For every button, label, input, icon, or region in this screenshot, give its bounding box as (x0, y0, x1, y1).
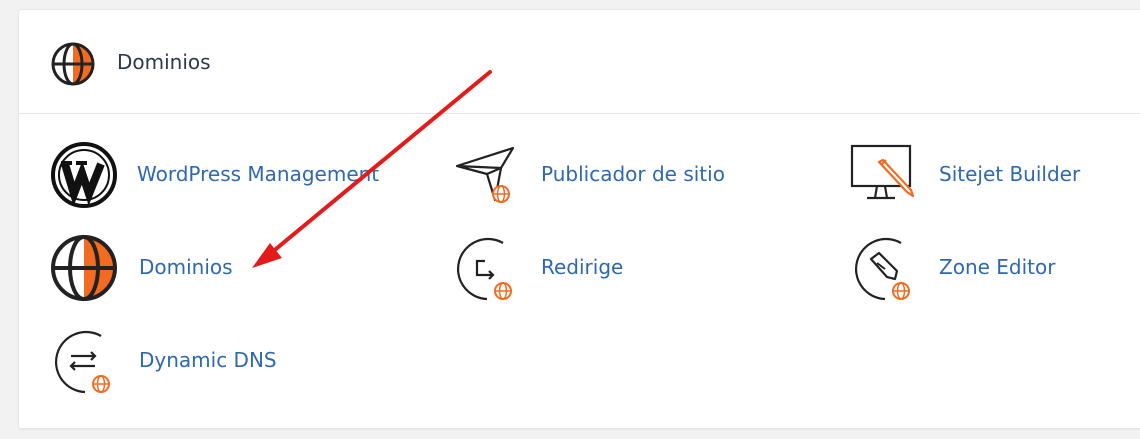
panel-header[interactable]: Dominios (19, 10, 1140, 114)
dynamic-dns-link[interactable]: Dynamic DNS (49, 326, 309, 396)
domains-panel: Dominios WordPress Management Publicador… (18, 9, 1140, 429)
redirige-link[interactable]: Redirige (451, 233, 711, 303)
zone-editor-label: Zone Editor (939, 255, 1056, 279)
publicador-de-sitio-label: Publicador de sitio (541, 162, 725, 186)
monitor-pencil-icon (850, 144, 915, 200)
paper-plane-icon (455, 146, 515, 203)
globe-icon (51, 235, 117, 301)
exchange-arrows-icon (54, 330, 110, 394)
dominios-label: Dominios (139, 255, 233, 279)
sitejet-builder-label: Sitejet Builder (939, 162, 1081, 186)
section-title: Dominios (117, 50, 211, 74)
globe-icon (51, 42, 95, 86)
redirige-label: Redirige (541, 255, 624, 279)
sitejet-builder-link[interactable]: Sitejet Builder (849, 140, 1140, 210)
wordpress-management-label: WordPress Management (137, 162, 380, 186)
dominios-link[interactable]: Dominios (49, 233, 309, 303)
wordpress-icon (51, 142, 117, 208)
zone-editor-link[interactable]: Zone Editor (849, 233, 1140, 303)
wordpress-management-link[interactable]: WordPress Management (49, 140, 409, 210)
publicador-de-sitio-link[interactable]: Publicador de sitio (451, 140, 751, 210)
dynamic-dns-label: Dynamic DNS (139, 348, 277, 372)
pen-nib-icon (854, 237, 910, 301)
redirect-icon (456, 237, 512, 301)
